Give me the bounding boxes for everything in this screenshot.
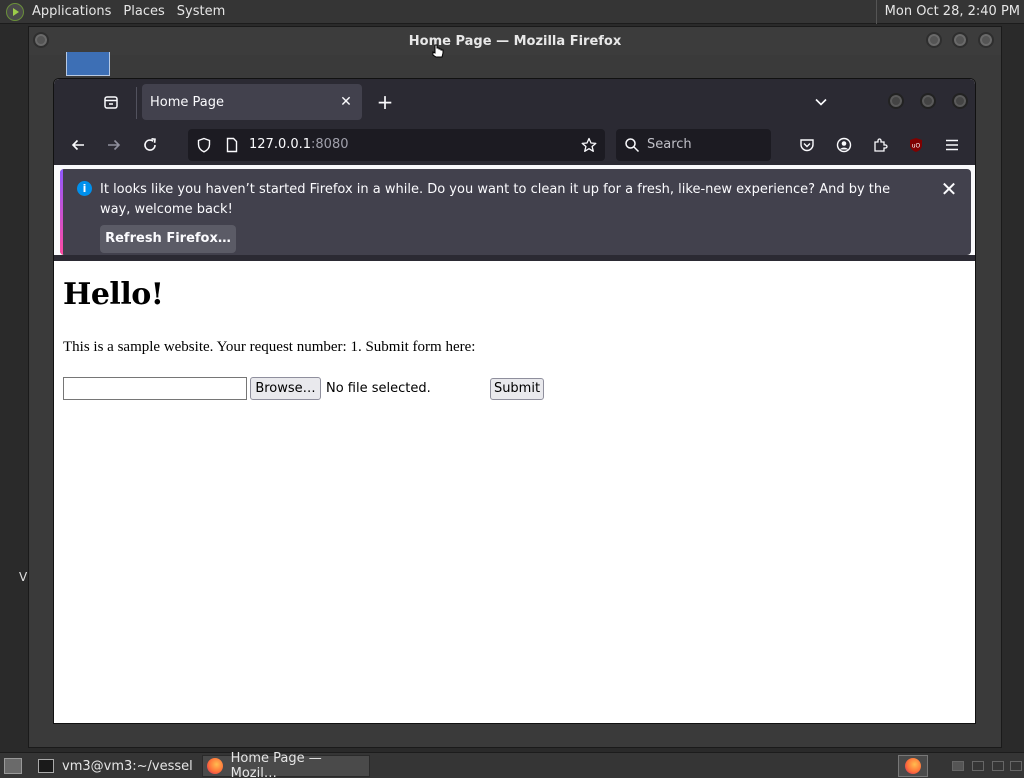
tray-firefox-launcher[interactable] <box>898 755 928 777</box>
tab-home-page[interactable]: Home Page ✕ <box>142 84 362 120</box>
chevron-down-icon <box>815 98 827 106</box>
panel-clock[interactable]: Mon Oct 28, 2:40 PM <box>875 0 1024 24</box>
notification-message: It looks like you haven’t started Firefo… <box>100 182 891 217</box>
extensions-button[interactable] <box>868 133 892 157</box>
taskbar-item-label: Home Page — Mozil… <box>230 751 322 778</box>
svg-text:uO: uO <box>912 143 921 150</box>
maximize-button[interactable] <box>952 32 968 48</box>
ff-minimize-button[interactable] <box>888 93 904 109</box>
reload-icon <box>144 138 156 151</box>
navigation-toolbar: 127.0.0.1:8080 Search uO <box>54 125 975 165</box>
pocket-icon <box>800 139 814 152</box>
shield-icon[interactable] <box>196 137 212 153</box>
notification-close-icon[interactable]: ✕ <box>939 179 959 199</box>
tab-title: Home Page <box>150 94 224 110</box>
reload-button[interactable] <box>138 133 162 157</box>
search-placeholder: Search <box>647 137 692 152</box>
menu-places[interactable]: Places <box>117 0 170 24</box>
tab-close-icon[interactable]: ✕ <box>336 92 356 112</box>
taskbar-item-label: vm3@vm3:~/vessel <box>62 758 193 774</box>
url-port: :8080 <box>311 137 349 152</box>
no-file-label: No file selected. <box>326 381 431 396</box>
firefox-icon <box>905 758 921 774</box>
taskbar-item-terminal[interactable]: vm3@vm3:~/vessel <box>34 755 198 777</box>
firefox-window: Home Page ✕ + 127.0.0.1:8080 Search uO i… <box>53 78 976 724</box>
workspace-3[interactable] <box>992 761 1004 771</box>
account-icon <box>836 137 852 153</box>
browse-button[interactable]: Browse… <box>250 377 321 400</box>
workspace-1[interactable] <box>952 761 964 771</box>
ff-maximize-button[interactable] <box>920 93 936 109</box>
mouse-cursor-icon <box>432 44 444 58</box>
terminal-icon <box>38 759 54 773</box>
new-tab-button[interactable]: + <box>374 91 396 113</box>
close-button[interactable] <box>978 32 994 48</box>
show-desktop-icon[interactable] <box>4 758 22 774</box>
search-bar[interactable]: Search <box>616 129 771 161</box>
minimize-button[interactable] <box>926 32 942 48</box>
app-menu-button[interactable] <box>940 133 964 157</box>
firefox-view-icon <box>104 96 118 109</box>
pocket-button[interactable] <box>795 133 819 157</box>
back-button[interactable] <box>66 133 90 157</box>
workspace-4[interactable] <box>1010 761 1022 771</box>
arrow-right-icon <box>108 139 121 151</box>
arrow-left-icon <box>71 139 84 151</box>
top-panel: Applications Places System Mon Oct 28, 2… <box>0 0 1024 24</box>
notification-accent <box>60 169 63 255</box>
list-all-tabs-button[interactable] <box>810 91 832 113</box>
forward-button[interactable] <box>102 133 126 157</box>
firefox-view-button[interactable] <box>100 91 122 113</box>
refresh-firefox-button[interactable]: Refresh Firefox… <box>100 225 236 253</box>
ublock-origin-icon: uO <box>910 138 922 152</box>
page-heading: Hello! <box>63 277 164 312</box>
page-paragraph: This is a sample website. Your request n… <box>63 339 476 355</box>
search-icon <box>625 138 640 153</box>
file-input-field[interactable] <box>63 377 247 400</box>
submit-button[interactable]: Submit <box>490 378 544 400</box>
desktop-file-icon[interactable] <box>66 52 110 76</box>
info-icon: i <box>77 181 92 196</box>
account-button[interactable] <box>832 133 856 157</box>
panel-menu: Applications Places System <box>0 0 231 24</box>
url-bar[interactable]: 127.0.0.1:8080 <box>188 129 605 161</box>
page-icon[interactable] <box>224 137 240 153</box>
url-text[interactable]: 127.0.0.1:8080 <box>249 129 349 161</box>
tab-separator <box>136 87 137 119</box>
hamburger-icon <box>946 139 958 151</box>
puzzle-icon <box>874 138 888 152</box>
refresh-notification: i It looks like you haven’t started Fire… <box>60 169 971 255</box>
bookmark-star-icon[interactable] <box>579 135 599 155</box>
menu-applications[interactable]: Applications <box>26 0 117 24</box>
firefox-icon <box>207 758 223 774</box>
taskbar-item-firefox[interactable]: Home Page — Mozil… <box>202 751 370 778</box>
window-menu-button[interactable] <box>33 32 49 48</box>
url-host: 127.0.0.1 <box>249 137 312 152</box>
tab-bar: Home Page ✕ + <box>54 79 975 125</box>
workspace-2[interactable] <box>972 761 984 771</box>
outer-window-titlebar[interactable]: Home Page — Mozilla Firefox <box>29 27 1001 55</box>
applications-icon[interactable] <box>6 2 24 21</box>
menu-system[interactable]: System <box>171 0 231 24</box>
bottom-taskbar: vm3@vm3:~/vessel Home Page — Mozil… <box>0 751 1024 778</box>
ublock-button[interactable]: uO <box>904 133 928 157</box>
ff-close-button[interactable] <box>952 93 968 109</box>
page-content: Hello! This is a sample website. Your re… <box>54 261 975 723</box>
